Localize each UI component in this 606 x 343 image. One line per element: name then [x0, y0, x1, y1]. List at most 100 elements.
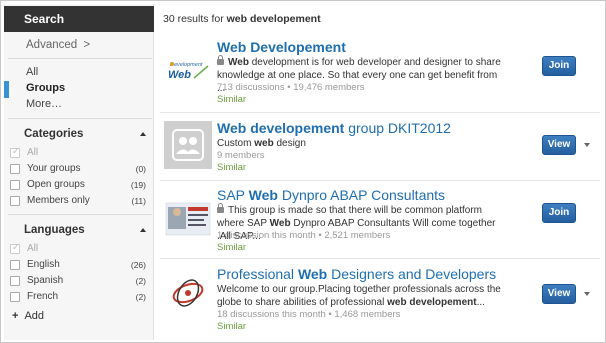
result-description: Custom web design [217, 137, 507, 150]
collapse-languages-icon[interactable] [140, 228, 146, 232]
advanced-label: Advanced [26, 39, 78, 51]
desc-strong: Web [269, 218, 291, 229]
desc-text: design [273, 138, 306, 149]
desc-strong: Web [228, 57, 249, 68]
facet-count: (11) [131, 196, 147, 206]
view-button[interactable]: View [542, 135, 576, 155]
add-language-button[interactable]: + Add [12, 310, 44, 322]
result-row: Development Web Web Developement Web dev… [160, 32, 600, 108]
similar-link[interactable]: Similar [217, 242, 246, 253]
title-strong: Web [248, 187, 278, 203]
people-icon [164, 121, 212, 169]
category-open-groups[interactable]: Open groups (19) [10, 178, 152, 192]
desc-strong: web [254, 138, 274, 149]
result-query: web developement [226, 13, 321, 25]
title-pre: SAP [217, 187, 249, 203]
advanced-search-link[interactable]: Advanced > [26, 39, 90, 51]
title-pre: Professional [217, 266, 298, 282]
chevron-down-icon[interactable] [584, 143, 590, 147]
facet-label: Members only [27, 195, 90, 206]
plus-icon: + [12, 310, 19, 322]
facet-count: (2) [135, 276, 146, 286]
title-rest: Designers and Developers [327, 266, 497, 282]
facet-count: (2) [135, 292, 146, 302]
result-row: SAP Web Dynpro ABAP Consultants This gro… [160, 180, 600, 256]
similar-link[interactable]: Similar [217, 162, 246, 173]
languages-heading: Languages [24, 224, 85, 236]
checkbox[interactable] [10, 180, 20, 190]
desc-text: ... [476, 297, 485, 308]
facet-label: Your groups [27, 163, 81, 174]
checkbox[interactable] [10, 242, 20, 254]
facet-label: Spanish [27, 275, 64, 286]
result-meta: 713 discussions • 19,476 members [217, 82, 365, 93]
category-all[interactable]: All [10, 146, 152, 160]
language-spanish[interactable]: Spanish (2) [10, 274, 152, 288]
desc-strong: web developement [387, 297, 477, 308]
language-english[interactable]: English (26) [10, 258, 152, 272]
group-logo[interactable] [164, 269, 212, 317]
lock-icon [217, 203, 224, 213]
divider [8, 58, 152, 59]
facet-count: (0) [135, 164, 146, 174]
result-row: Web developement group DKIT2012 Custom w… [160, 112, 600, 178]
facet-label: Open groups [27, 179, 85, 190]
divider [8, 118, 152, 119]
categories-heading: Categories [24, 128, 84, 140]
result-meta: 18 discussions this month • 1,468 member… [217, 309, 401, 320]
category-your-groups[interactable]: Your groups (0) [10, 162, 152, 176]
checkbox[interactable] [10, 276, 20, 286]
scope-more[interactable]: More… [26, 98, 62, 110]
view-button[interactable]: View [542, 284, 576, 304]
lock-icon [217, 55, 224, 65]
checkbox[interactable] [10, 260, 20, 270]
search-sidebar: Search Advanced > All Groups More… Categ… [4, 4, 154, 340]
facet-label: All [27, 147, 39, 158]
search-button[interactable]: Search [4, 6, 154, 32]
chevron-right-icon: > [83, 39, 91, 51]
group-logo[interactable] [164, 195, 212, 243]
facet-count: (19) [130, 180, 146, 190]
add-label: Add [24, 310, 45, 322]
title-rest: Dynpro ABAP Consultants [277, 187, 446, 203]
title-strong: Web [297, 266, 328, 282]
svg-text:Development: Development [170, 62, 203, 68]
join-button[interactable]: Join [542, 203, 576, 223]
facet-label: French [27, 291, 59, 302]
language-all[interactable]: All [10, 242, 152, 256]
divider [8, 214, 152, 215]
result-title-link[interactable]: Professional Web Designers and Developer… [217, 266, 496, 282]
checkbox[interactable] [10, 196, 20, 206]
result-row: Professional Web Designers and Developer… [160, 258, 600, 338]
similar-link[interactable]: Similar [217, 94, 246, 105]
chevron-down-icon[interactable] [584, 292, 590, 296]
group-placeholder-logo[interactable] [164, 121, 212, 169]
title-strong: Web Developement [217, 39, 346, 55]
active-scope-indicator [4, 81, 9, 98]
scope-groups[interactable]: Groups [26, 82, 65, 94]
result-title-link[interactable]: SAP Web Dynpro ABAP Consultants [217, 187, 445, 203]
result-description: Welcome to our group.Placing together pr… [217, 283, 507, 309]
result-title-link[interactable]: Web Developement [217, 39, 346, 55]
join-button[interactable]: Join [542, 56, 576, 76]
category-members-only[interactable]: Members only (11) [10, 194, 152, 208]
result-title-link[interactable]: Web developement group DKIT2012 [217, 120, 451, 136]
checkbox[interactable] [10, 292, 20, 302]
facet-count: (26) [130, 260, 146, 270]
result-meta: 1 discussion this month • 2,521 members [217, 230, 391, 241]
desc-text: Custom [217, 138, 255, 149]
checkbox[interactable] [10, 164, 20, 174]
svg-text:Web: Web [168, 69, 191, 81]
collapse-categories-icon[interactable] [140, 132, 146, 136]
result-count: 30 results for web developement [163, 13, 321, 25]
facet-label: All [27, 243, 39, 254]
scope-all[interactable]: All [26, 66, 38, 78]
group-logo[interactable]: Development Web [164, 44, 212, 92]
result-meta: 9 members [217, 150, 265, 161]
similar-link[interactable]: Similar [217, 321, 246, 332]
result-count-text: 30 results for [163, 13, 224, 25]
title-strong: Web developement [217, 120, 345, 136]
title-rest: group DKIT2012 [344, 120, 451, 136]
checkbox[interactable] [10, 146, 20, 158]
language-french[interactable]: French (2) [10, 290, 152, 304]
